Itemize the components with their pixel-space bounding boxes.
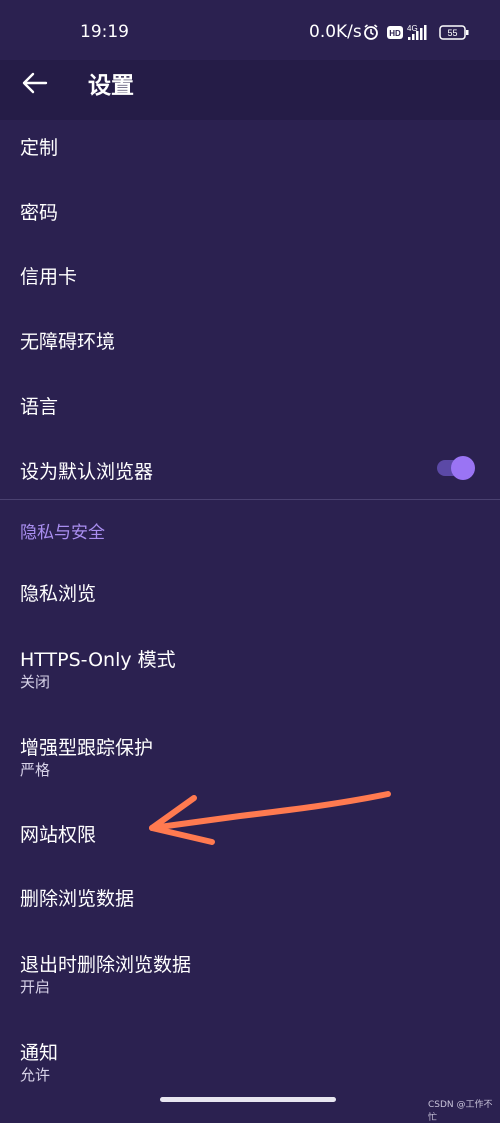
settings-item-default-browser[interactable]: 设为默认浏览器 bbox=[0, 444, 500, 492]
item-label: 无障碍环境 bbox=[20, 331, 116, 353]
annotation-arrow-icon bbox=[149, 791, 391, 845]
item-label: 语言 bbox=[20, 396, 59, 418]
item-summary: 严格 bbox=[20, 761, 51, 779]
battery-icon: 55 bbox=[439, 25, 469, 40]
status-icons: HD 4G 55 bbox=[364, 24, 469, 40]
page-title: 设置 bbox=[88, 73, 134, 99]
home-indicator[interactable] bbox=[160, 1097, 336, 1102]
settings-item-passwords[interactable]: 密码 bbox=[0, 185, 500, 233]
item-summary: 允许 bbox=[20, 1066, 51, 1084]
settings-item-language[interactable]: 语言 bbox=[0, 379, 500, 427]
hd-icon: HD bbox=[387, 26, 403, 39]
status-bar: 19:19 0.0K/s HD 4G 55 bbox=[0, 0, 500, 60]
section-header-privacy: 隐私与安全 bbox=[20, 523, 105, 543]
back-arrow-icon[interactable] bbox=[20, 70, 50, 96]
item-label: 通知 bbox=[20, 1042, 59, 1064]
settings-item-notifications[interactable]: 通知 允许 bbox=[0, 1026, 500, 1086]
item-label: 增强型跟踪保护 bbox=[20, 737, 154, 759]
item-label: 网站权限 bbox=[20, 824, 97, 846]
settings-item-private-browsing[interactable]: 隐私浏览 bbox=[0, 566, 500, 614]
watermark: CSDN @工作不忙 bbox=[428, 1100, 493, 1123]
item-label: 隐私浏览 bbox=[20, 583, 97, 605]
settings-item-tracking-protection[interactable]: 增强型跟踪保护 严格 bbox=[0, 721, 500, 781]
item-label: 删除浏览数据 bbox=[20, 888, 135, 910]
alarm-icon bbox=[364, 24, 378, 40]
settings-item-customize[interactable]: 定制 bbox=[0, 120, 500, 168]
item-label: HTTPS-Only 模式 bbox=[20, 649, 176, 671]
item-label: 密码 bbox=[20, 202, 59, 224]
app-bar bbox=[0, 60, 500, 120]
item-summary: 开启 bbox=[20, 978, 51, 996]
settings-item-credit-cards[interactable]: 信用卡 bbox=[0, 249, 500, 297]
network-speed: 0.0K/s bbox=[309, 22, 362, 42]
svg-text:55: 55 bbox=[447, 28, 457, 38]
svg-text:HD: HD bbox=[389, 29, 401, 38]
settings-item-delete-on-quit[interactable]: 退出时删除浏览数据 开启 bbox=[0, 938, 500, 998]
item-label: 信用卡 bbox=[20, 266, 78, 288]
settings-item-delete-browsing-data[interactable]: 删除浏览数据 bbox=[0, 872, 500, 920]
item-label: 退出时删除浏览数据 bbox=[20, 954, 192, 976]
settings-item-accessibility[interactable]: 无障碍环境 bbox=[0, 314, 500, 362]
signal-icon: 4G bbox=[407, 24, 427, 40]
item-label: 定制 bbox=[20, 137, 59, 159]
item-label: 设为默认浏览器 bbox=[20, 461, 154, 483]
default-browser-toggle[interactable] bbox=[437, 454, 475, 482]
item-summary: 关闭 bbox=[20, 673, 51, 691]
settings-item-https-only[interactable]: HTTPS-Only 模式 关闭 bbox=[0, 633, 500, 693]
toggle-thumb bbox=[451, 456, 475, 480]
status-time: 19:19 bbox=[80, 22, 129, 42]
divider bbox=[0, 499, 500, 500]
